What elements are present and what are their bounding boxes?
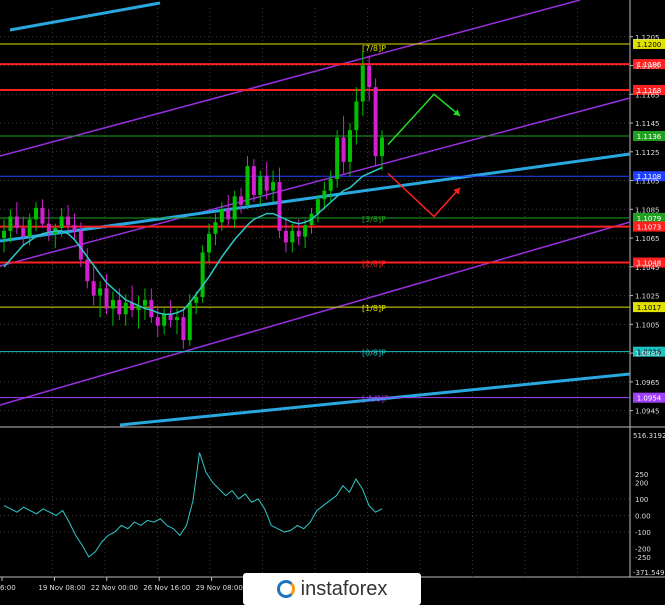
- indicator-axis-label: 0.00: [635, 512, 651, 520]
- price-tag-label: 1.0954: [637, 395, 662, 403]
- indicator-min-label: -371.5496: [633, 569, 665, 577]
- logo-icon: [276, 580, 295, 598]
- murrey-level-label: [2/8]P: [362, 260, 386, 269]
- candle-body: [149, 299, 154, 318]
- candle-body: [219, 209, 224, 223]
- candle-body: [91, 281, 96, 296]
- candle-body: [226, 209, 231, 220]
- murrey-level-label: [0/8]P: [362, 349, 386, 358]
- price-axis-label: 1.0945: [635, 408, 660, 416]
- price-tag-label: 1.1073: [637, 224, 662, 232]
- candle-body: [187, 302, 192, 341]
- candle-body: [258, 176, 263, 195]
- instaforex-logo: instaforex: [243, 573, 421, 605]
- price-axis-label: 1.0965: [635, 379, 660, 387]
- candle-body: [232, 196, 237, 220]
- candle-body: [271, 181, 276, 191]
- price-tag-label: 1.1017: [637, 304, 662, 312]
- candle-body: [142, 299, 147, 306]
- price-tag-label: 1.1200: [637, 41, 662, 49]
- candle-body: [174, 317, 179, 321]
- candle-body: [21, 228, 26, 237]
- candle-body: [66, 216, 71, 226]
- candle-body: [200, 252, 205, 298]
- price-axis-label: 1.1025: [635, 293, 660, 301]
- candle-body: [245, 166, 250, 205]
- candle-body: [162, 314, 167, 326]
- candle-body: [8, 216, 13, 231]
- candle-body: [264, 176, 269, 191]
- candle-body: [239, 196, 244, 205]
- indicator-axis-label: 250: [635, 471, 648, 479]
- candle-body: [181, 317, 186, 341]
- price-axis-label: 1.1105: [635, 178, 660, 186]
- candle-body: [322, 190, 327, 200]
- time-axis-label: 19 Nov 08:00: [38, 584, 85, 592]
- candle-body: [335, 137, 340, 180]
- time-axis-label: 26 Nov 16:00: [143, 584, 190, 592]
- price-axis-label: 1.1065: [635, 235, 660, 243]
- candle-body: [14, 216, 19, 229]
- candle-body: [59, 216, 64, 229]
- time-axis-label: 29 Nov 08:00: [196, 584, 243, 592]
- candle-body: [40, 207, 45, 224]
- candle-body: [117, 299, 122, 315]
- candle-body: [296, 230, 301, 237]
- time-axis-label: 22 Nov 00:00: [91, 584, 138, 592]
- candle-body: [354, 101, 359, 131]
- candle-body: [347, 130, 352, 162]
- candle-body: [123, 302, 128, 315]
- candle-body: [72, 225, 77, 231]
- price-axis-label: 1.1045: [635, 264, 660, 272]
- candle-body: [328, 179, 333, 191]
- candle-body: [34, 207, 39, 220]
- candle-body: [27, 219, 32, 237]
- indicator-max-label: 516.3192: [633, 432, 665, 440]
- indicator-axis-label: -100: [635, 529, 651, 537]
- candle-body: [155, 317, 160, 326]
- candle-body: [380, 137, 384, 157]
- price-chart: [7/8]P 1.12001.11861.11681.11361.1108[3/8…: [0, 0, 665, 605]
- candle-body: [2, 230, 6, 239]
- candle-body: [290, 230, 295, 243]
- candle-body: [213, 222, 218, 234]
- price-axis-label: 1.1165: [635, 91, 660, 99]
- candle-body: [367, 65, 372, 88]
- price-axis-label: 1.1125: [635, 149, 660, 157]
- murrey-level-label: [1/8]P: [362, 304, 386, 313]
- candle-body: [207, 233, 212, 253]
- candle-body: [98, 288, 103, 296]
- candle-body: [251, 166, 256, 195]
- murrey-level-label: [3/8]P: [362, 215, 386, 224]
- indicator-axis-label: 200: [635, 479, 648, 487]
- candle-body: [110, 299, 115, 309]
- candle-body: [360, 65, 365, 102]
- price-axis-label: 1.1145: [635, 120, 660, 128]
- candle-body: [341, 137, 346, 162]
- candle-body: [303, 225, 308, 237]
- murrey-level-label: [7/8]P: [362, 44, 386, 53]
- candle-body: [85, 259, 90, 282]
- indicator-axis-label: -250: [635, 554, 651, 562]
- murrey-level-label: [-1/8]P: [362, 395, 389, 404]
- price-tag-label: 1.1136: [637, 133, 662, 141]
- candle-body: [194, 297, 199, 303]
- indicator-axis-label: 100: [635, 496, 648, 504]
- price-axis-label: 1.1185: [635, 63, 660, 71]
- candle-body: [168, 314, 173, 321]
- price-axis-label: 1.1205: [635, 34, 660, 42]
- candle-body: [104, 288, 109, 309]
- candle-body: [283, 230, 288, 243]
- price-axis-label: 1.0985: [635, 350, 660, 358]
- price-axis-label: 1.1085: [635, 206, 660, 214]
- time-axis-label: 6:00: [0, 584, 16, 592]
- indicator-axis-label: -200: [635, 546, 651, 554]
- logo-text: instaforex: [300, 577, 388, 600]
- candle-body: [373, 87, 378, 157]
- price-axis-label: 1.1005: [635, 321, 660, 329]
- candle-body: [277, 181, 282, 231]
